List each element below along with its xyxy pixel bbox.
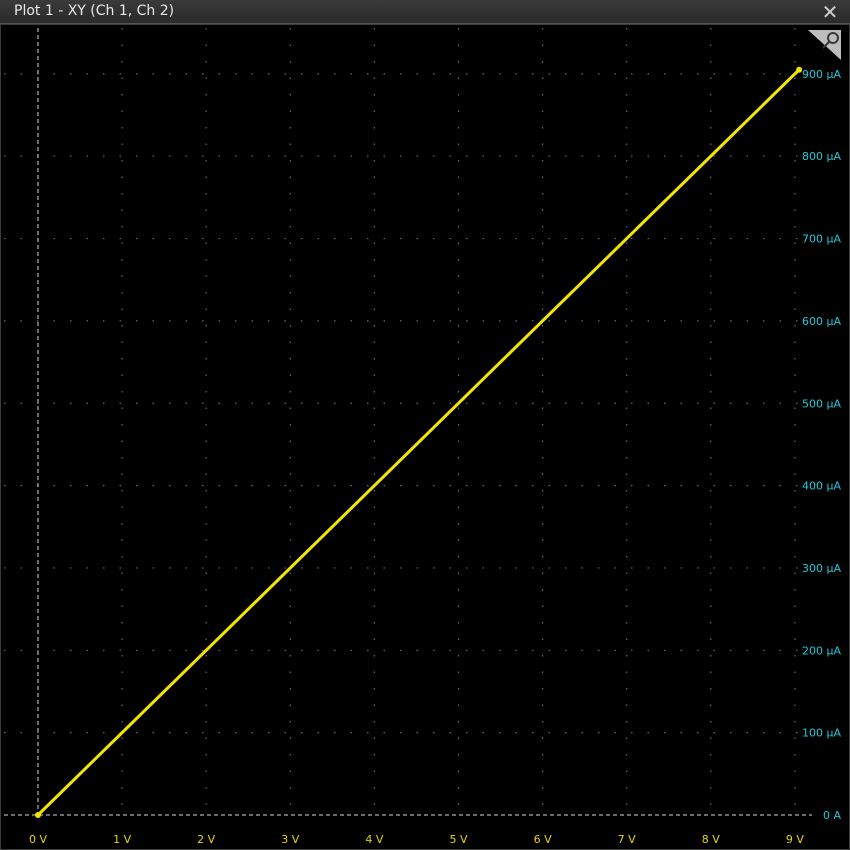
xy-trace [36, 68, 801, 817]
x-tick-label: 0 V [29, 833, 47, 846]
y-tick-label: 400 µA [802, 480, 841, 493]
y-tick-label: 200 µA [802, 644, 841, 657]
x-tick-label: 4 V [365, 833, 383, 846]
x-tick-label: 6 V [534, 833, 552, 846]
x-tick-label: 5 V [449, 833, 467, 846]
x-tick-label: 1 V [113, 833, 131, 846]
x-tick-label: 2 V [197, 833, 215, 846]
x-tick-label: 3 V [281, 833, 299, 846]
x-tick-label: 7 V [618, 833, 636, 846]
y-tick-label: 100 µA [802, 727, 841, 740]
y-tick-label: 900 µA [802, 68, 841, 81]
xy-plot[interactable]: 0 V 1 V 2 V 3 V 4 V 5 V 6 V 7 V 8 V 9 V 0 A 100 µA 2… [0, 0, 850, 850]
y-tick-label: 800 µA [802, 150, 841, 163]
y-tick-label: 700 µA [802, 233, 841, 246]
trace-start-point [35, 812, 41, 818]
magnifier-icon[interactable] [808, 30, 841, 60]
y-tick-label: 600 µA [802, 315, 841, 328]
y-tick-label: 0 A [823, 809, 841, 822]
y-tick-label: 300 µA [802, 562, 841, 575]
x-tick-label: 8 V [702, 833, 720, 846]
y-tick-label: 500 µA [802, 397, 841, 410]
x-tick-label: 9 V [786, 833, 804, 846]
